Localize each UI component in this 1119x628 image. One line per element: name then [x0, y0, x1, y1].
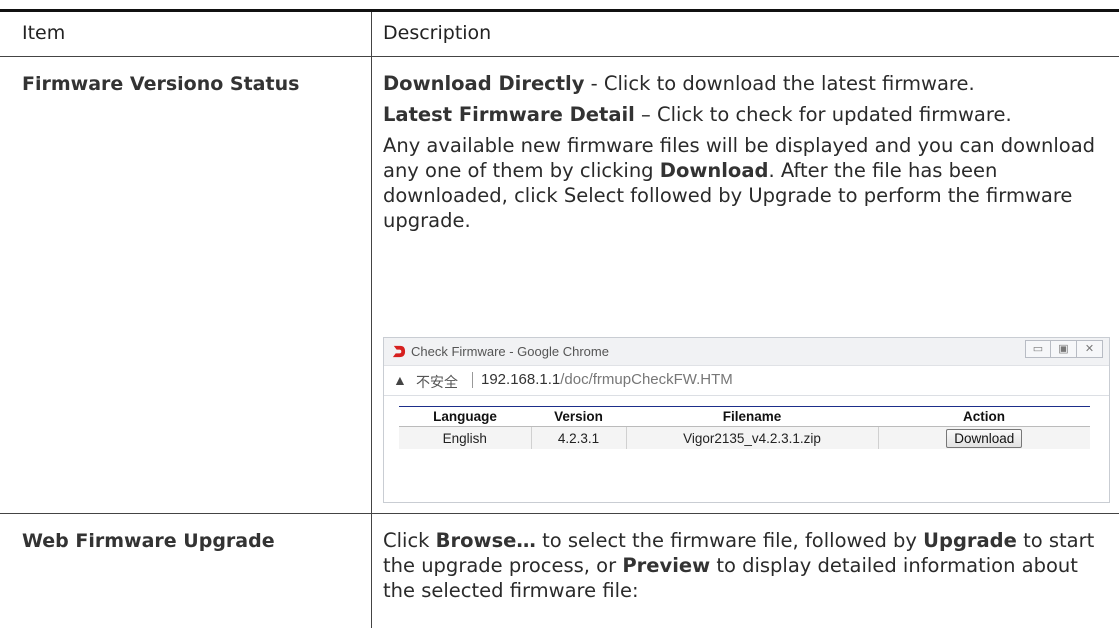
col-language: Language	[399, 407, 531, 427]
web-upgrade-text-a: Click	[383, 529, 436, 552]
latest-detail-text: – Click to check for updated firmware.	[634, 103, 1012, 126]
col-version: Version	[531, 407, 626, 427]
upgrade-term: Upgrade	[923, 529, 1017, 552]
header-description: Description	[383, 22, 492, 44]
check-firmware-window: Check Firmware - Google Chrome ▭ ▣ ✕ ▲ 不…	[383, 337, 1110, 503]
download-term: Download	[659, 159, 769, 182]
browse-term: Browse…	[435, 529, 536, 552]
column-divider	[371, 12, 372, 628]
firmware-table: Language Version Filename Action English…	[399, 407, 1090, 449]
web-upgrade-paragraph: Click Browse… to select the firmware fil…	[383, 528, 1113, 603]
download-directly-paragraph: Download Directly - Click to download th…	[383, 71, 1113, 96]
warning-icon: ▲	[393, 372, 407, 388]
table-top-rule	[0, 9, 1119, 12]
url-text[interactable]: 192.168.1.1/doc/frmupCheckFW.HTM	[481, 371, 733, 388]
window-titlebar: Check Firmware - Google Chrome ▭ ▣ ✕	[384, 338, 1109, 366]
firmware-table-header: Language Version Filename Action	[399, 407, 1090, 427]
security-label: 不安全	[416, 374, 458, 390]
web-upgrade-text-b: to select the firmware file, followed by	[535, 529, 924, 552]
window-title: Check Firmware - Google Chrome	[411, 344, 609, 359]
row-item-web-upgrade: Web Firmware Upgrade	[22, 530, 275, 552]
header-item: Item	[22, 22, 66, 44]
available-files-paragraph: Any available new firmware files will be…	[383, 133, 1113, 233]
cell-version: 4.2.3.1	[531, 426, 627, 449]
cell-filename: Vigor2135_v4.2.3.1.zip	[626, 426, 879, 449]
draytek-logo-icon	[392, 345, 406, 358]
download-directly-text: - Click to download the latest firmware.	[584, 72, 975, 95]
close-icon[interactable]: ✕	[1077, 340, 1103, 358]
address-separator	[472, 372, 473, 388]
minimize-icon[interactable]: ▭	[1025, 340, 1051, 358]
url-host: 192.168.1.1	[481, 371, 561, 388]
col-action: Action	[878, 407, 1090, 427]
window-controls: ▭ ▣ ✕	[1025, 340, 1103, 358]
address-bar[interactable]: ▲ 不安全 192.168.1.1/doc/frmupCheckFW.HTM	[384, 366, 1109, 396]
row-item-firmware-status: Firmware Versiono Status	[22, 73, 300, 95]
maximize-icon[interactable]: ▣	[1051, 340, 1077, 358]
cell-action: Download	[878, 426, 1090, 449]
table-row: English 4.2.3.1 Vigor2135_v4.2.3.1.zip D…	[399, 426, 1090, 449]
url-path: /doc/frmupCheckFW.HTM	[560, 371, 733, 388]
row-rule	[0, 513, 1119, 514]
download-directly-term: Download Directly	[383, 72, 585, 95]
col-filename: Filename	[626, 407, 878, 427]
header-rule	[0, 56, 1119, 57]
preview-term: Preview	[622, 554, 711, 577]
cell-language: English	[399, 426, 532, 449]
latest-detail-term: Latest Firmware Detail	[383, 103, 635, 126]
row-description-firmware-status: Download Directly - Click to download th…	[383, 71, 1113, 233]
latest-detail-paragraph: Latest Firmware Detail – Click to check …	[383, 102, 1113, 127]
row-description-web-upgrade: Click Browse… to select the firmware fil…	[383, 528, 1113, 603]
download-button[interactable]: Download	[946, 428, 1023, 448]
